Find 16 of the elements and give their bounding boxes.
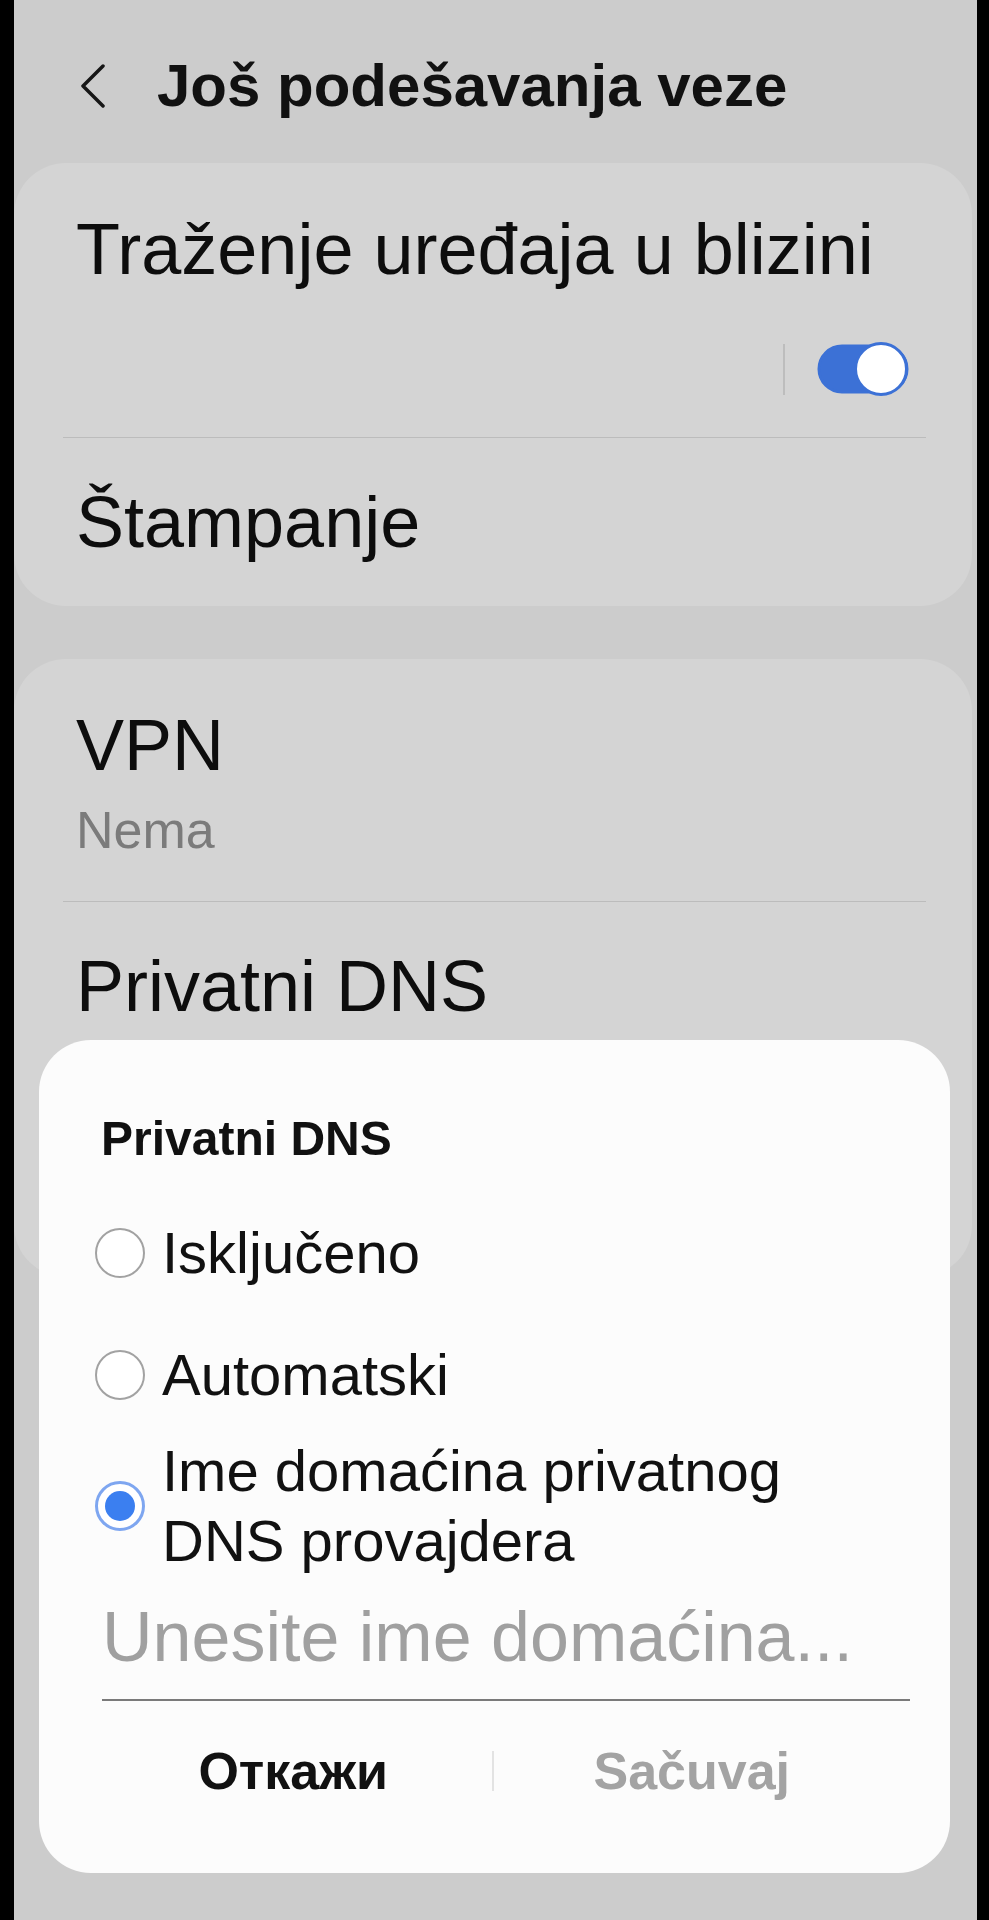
setting-title[interactable]: VPN [76,703,225,787]
option-label[interactable]: Ime domaćina privatnog DNS provajdera [162,1436,910,1576]
option-label[interactable]: Isključeno [162,1218,420,1288]
dialog-title: Privatni DNS [101,1111,392,1167]
hostname-field[interactable]: Unesite ime domaćina... [102,1595,910,1701]
cancel-button[interactable]: Откажи [198,1723,389,1819]
setting-title[interactable]: Traženje uređaja u blizini [76,207,874,291]
page-title: Još podešavanja veze [157,51,788,121]
setting-title[interactable]: Privatni DNS [76,944,489,1028]
setting-value: Nema [76,800,215,861]
radio-button[interactable] [95,1350,145,1400]
back-icon[interactable] [80,64,106,108]
radio-button[interactable] [95,1481,145,1531]
radio-button[interactable] [95,1228,145,1278]
option-label[interactable]: Automatski [162,1340,449,1410]
setting-title[interactable]: Štampanje [76,480,421,564]
